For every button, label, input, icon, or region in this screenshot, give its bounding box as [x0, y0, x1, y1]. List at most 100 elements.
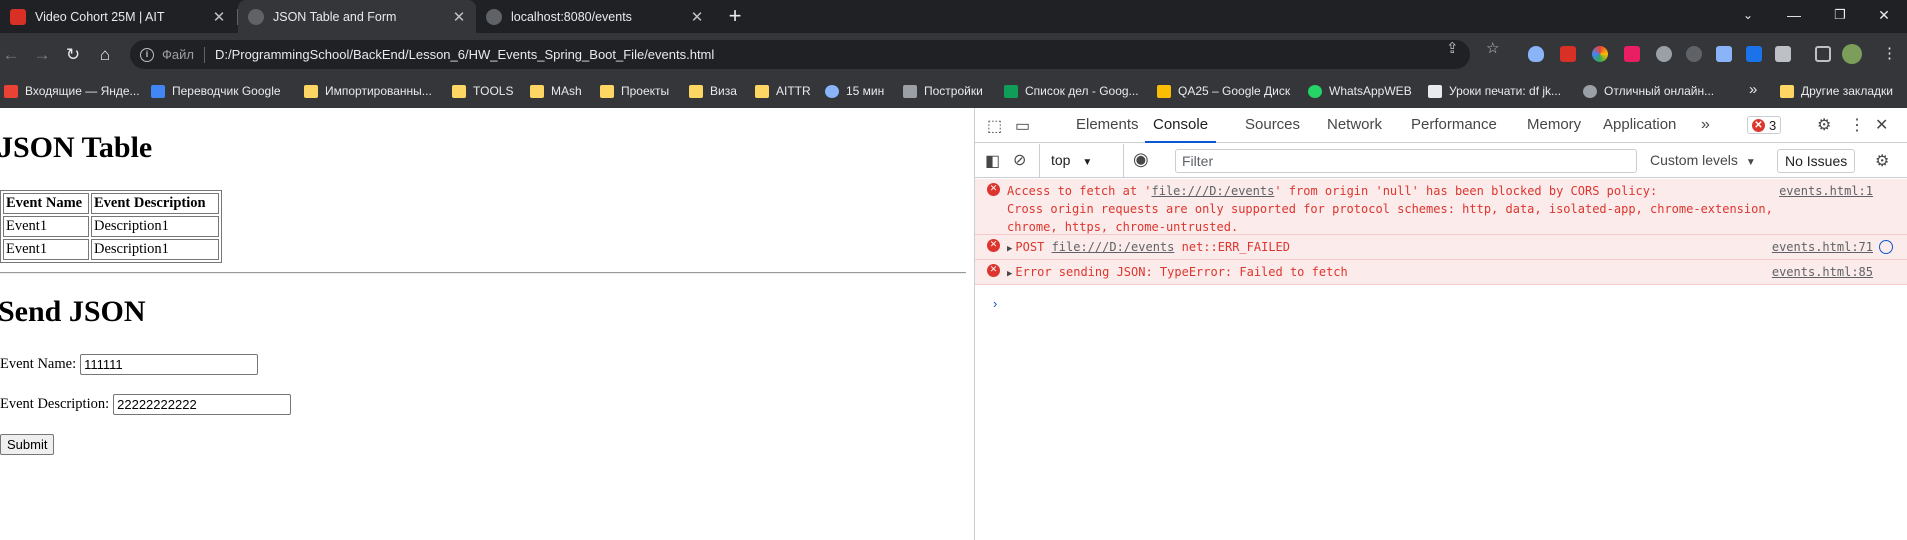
event-description-row: Event Description: — [0, 394, 292, 415]
bridge-icon — [903, 84, 917, 98]
tab-application[interactable]: Application — [1603, 108, 1676, 143]
home-icon[interactable]: ⌂ — [94, 44, 116, 66]
folder-icon — [304, 84, 318, 98]
tab-search-icon[interactable]: ⌄ — [1725, 0, 1771, 33]
more-tabs-icon[interactable]: » — [1701, 116, 1710, 134]
bookmark-item[interactable]: Проекты — [600, 84, 669, 98]
close-window-icon[interactable]: ✕ — [1861, 0, 1907, 33]
bookmarks-bar: Входящие — Янде... Переводчик Google Имп… — [0, 76, 1907, 108]
bookmark-item[interactable]: WhatsAppWEB — [1308, 84, 1412, 98]
console-prompt[interactable]: › — [993, 296, 997, 311]
clear-console-icon[interactable]: ⊘ — [1013, 150, 1026, 170]
tab-network[interactable]: Network — [1327, 108, 1382, 143]
bookmark-item[interactable]: Список дел - Goog... — [1004, 84, 1139, 98]
shield-extension-icon[interactable] — [1528, 46, 1544, 62]
console-error-message: ✕ ▶ Error sending JSON: TypeError: Failed… — [975, 260, 1907, 285]
bookmark-item[interactable]: Входящие — Янде... — [4, 84, 140, 98]
bookmark-label: 15 мин — [846, 84, 885, 98]
close-tab-icon[interactable]: ✕ — [686, 8, 708, 26]
wiki-extension-icon[interactable] — [1686, 46, 1702, 62]
source-link[interactable]: events.html:71 — [1772, 238, 1873, 256]
bookmark-label: Входящие — Янде... — [25, 84, 140, 98]
new-tab-button[interactable]: + — [722, 4, 748, 30]
info-icon[interactable]: i — [140, 47, 154, 62]
dropdown-arrow-icon: ▼ — [1082, 157, 1093, 168]
inspect-element-icon[interactable]: ⬚ — [987, 116, 1002, 136]
bookmark-item[interactable]: AITTR — [755, 84, 811, 98]
share-icon[interactable]: ⇪ — [1446, 39, 1459, 57]
bookmarks-overflow-button[interactable]: » — [1749, 81, 1757, 98]
context-selector[interactable]: top ▼ — [1051, 152, 1092, 168]
event-description-input[interactable] — [113, 394, 292, 415]
error-count-badge[interactable]: ✕ 3 — [1747, 116, 1782, 134]
eye-icon[interactable]: ◉ — [1133, 149, 1149, 170]
message-text: Error sending JSON: TypeError: Failed to… — [1015, 265, 1348, 279]
event-name-row: Event Name: — [0, 354, 259, 375]
close-tab-icon[interactable]: ✕ — [208, 8, 230, 26]
a-extension-icon[interactable] — [1624, 46, 1640, 62]
console-filter-input[interactable]: Filter — [1175, 149, 1637, 173]
address-bar[interactable]: i Файл D:/ProgrammingSchool/BackEnd/Less… — [130, 40, 1470, 69]
bookmark-item[interactable]: MAsh — [530, 84, 582, 98]
submit-button[interactable]: Submit — [0, 434, 55, 455]
bookmark-star-icon[interactable]: ☆ — [1486, 39, 1499, 57]
message-line: ▶ POST file:///D:/events net::ERR_FAILED — [1007, 238, 1897, 258]
device-toolbar-icon[interactable]: ▭ — [1015, 116, 1030, 136]
tab-memory[interactable]: Memory — [1527, 108, 1581, 143]
more-options-icon[interactable]: ⋮ — [1849, 115, 1865, 135]
source-link[interactable]: events.html:85 — [1772, 263, 1873, 281]
console-settings-icon[interactable]: ⚙ — [1875, 151, 1889, 171]
url-text[interactable]: D:/ProgrammingSchool/BackEnd/Lesson_6/HW… — [215, 47, 714, 62]
tab-performance[interactable]: Performance — [1411, 108, 1497, 143]
puzzle-icon[interactable] — [1775, 46, 1791, 62]
bookmark-item[interactable]: 15 мин — [825, 84, 884, 98]
file-link[interactable]: file:///D:/events — [1152, 184, 1275, 198]
sidebar-toggle-icon[interactable]: ◧ — [985, 151, 1000, 171]
tab-localhost-events[interactable]: localhost:8080/events ✕ — [476, 0, 714, 33]
bookmark-item[interactable]: QA25 – Google Диск — [1157, 84, 1290, 98]
bookmark-item[interactable]: Уроки печати: df jk... — [1428, 84, 1561, 98]
w-extension-icon[interactable] — [1656, 46, 1672, 62]
close-devtools-icon[interactable]: ✕ — [1875, 115, 1888, 135]
minimize-icon[interactable]: — — [1771, 0, 1817, 33]
bookmark-item[interactable]: Виза — [689, 84, 737, 98]
expand-triangle-icon[interactable]: ▶ — [1007, 244, 1012, 254]
back-arrow-icon[interactable]: ← — [0, 44, 22, 66]
log-levels-dropdown[interactable]: Custom levels ▼ — [1650, 152, 1756, 168]
video-extension-icon[interactable] — [1560, 46, 1576, 62]
source-link[interactable]: events.html:1 — [1779, 182, 1873, 200]
tab-elements[interactable]: Elements — [1076, 108, 1139, 143]
tab-video-cohort[interactable]: Video Cohort 25M | AIT ✕ — [0, 0, 236, 33]
side-panel-icon[interactable] — [1815, 46, 1831, 62]
color-extension-icon[interactable] — [1592, 46, 1608, 62]
web-page: JSON Table Event Name Event Description … — [0, 108, 974, 540]
tab-sources[interactable]: Sources — [1245, 108, 1300, 143]
event-name-input[interactable] — [80, 354, 259, 375]
bookmark-item[interactable]: Постройки — [903, 84, 983, 98]
other-bookmarks[interactable]: Другие закладки — [1780, 84, 1893, 98]
bookmark-item[interactable]: Импортированны... — [304, 84, 432, 98]
avatar[interactable] — [1842, 44, 1862, 64]
blue-extension-icon[interactable] — [1746, 46, 1762, 62]
error-icon: ✕ — [987, 264, 1000, 277]
network-request-icon[interactable] — [1879, 240, 1893, 254]
forward-arrow-icon[interactable]: → — [31, 44, 53, 66]
bookmark-item[interactable]: Отличный онлайн... — [1583, 84, 1714, 98]
settings-gear-icon[interactable]: ⚙ — [1817, 115, 1831, 135]
menu-kebab-icon[interactable]: ⋮ — [1882, 46, 1898, 62]
browser-toolbar: ← → ↻ ⌂ i Файл D:/ProgrammingSchool/Back… — [0, 33, 1907, 76]
column-header: Event Description — [91, 193, 219, 214]
tab-strip: Video Cohort 25M | AIT ✕ JSON Table and … — [0, 0, 1907, 33]
tab-console[interactable]: Console — [1145, 108, 1217, 143]
tab-json-table[interactable]: JSON Table and Form ✕ — [238, 0, 476, 33]
restore-icon[interactable]: ❐ — [1817, 0, 1863, 33]
file-link[interactable]: file:///D:/events — [1052, 240, 1175, 254]
bookmark-item[interactable]: Переводчик Google — [151, 84, 281, 98]
sheets-icon — [1004, 84, 1018, 98]
bookmark-item[interactable]: TOOLS — [452, 84, 513, 98]
issues-button[interactable]: No Issues — [1777, 149, 1856, 173]
expand-triangle-icon[interactable]: ▶ — [1007, 269, 1012, 279]
reload-icon[interactable]: ↻ — [62, 44, 84, 66]
close-tab-icon[interactable]: ✕ — [448, 8, 470, 26]
tool-extension-icon[interactable] — [1716, 46, 1732, 62]
